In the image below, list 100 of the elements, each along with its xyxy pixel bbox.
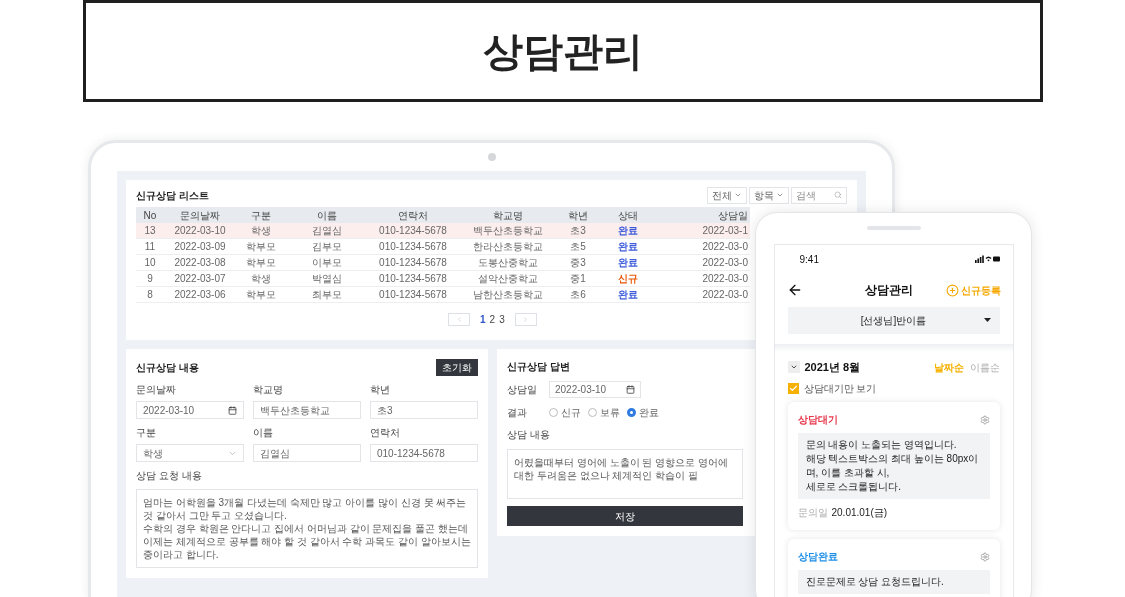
table-cell-text: 중1 [569, 272, 587, 286]
page-link[interactable]: 2 [489, 312, 496, 327]
check-icon [788, 383, 798, 393]
status-time: 9:41 [798, 252, 819, 267]
radio-button[interactable] [627, 408, 636, 417]
panel-title: 신규상담 답변 [507, 360, 571, 374]
table-cell-text: 김부모 [311, 240, 343, 254]
table-cell-text: 2022-03-06 [173, 288, 227, 302]
table-row[interactable]: 11 2022-03-09 학부모 김부모 010-1234-5678 한라산초등학교 초5 완료 2022-03-0 [136, 239, 750, 255]
table-cell-text: 2022-03-1 [701, 224, 749, 238]
chevron-down-icon [776, 191, 784, 199]
table-cell-text: 초6 [569, 288, 587, 302]
table-cell-text: 2022-03-0 [701, 272, 749, 286]
column-header: 문의날짜 [179, 208, 221, 223]
table-cell-text: 학부모 [245, 288, 277, 302]
column-header: 이름 [316, 208, 338, 223]
gear-icon[interactable] [979, 551, 990, 562]
table-cell-text: 2022-03-0 [701, 256, 749, 270]
reset-button[interactable]: 초기화 [436, 359, 478, 376]
table-cell-text: 학부모 [245, 256, 277, 270]
radio-option[interactable]: 보류 [588, 405, 620, 420]
class-dropdown[interactable]: [선생님]반이름 [787, 307, 1000, 334]
table-row[interactable]: 10 2022-03-08 학부모 이부모 010-1234-5678 도봉산중학교 중3 완료 2022-03-0 [136, 255, 750, 271]
chevron-right-icon [522, 316, 530, 323]
answer-textarea[interactable]: 어렸을때부터 영어에 노출이 된 영향으로 영어에 대한 두려움은 없으나 체계적인 학습이 필 [507, 449, 743, 499]
table-cell-text: 010-1234-5678 [378, 224, 448, 238]
inquiry-card[interactable]: 상담대기 문의 내용이 노출되는 영역입니다. 해당 텍스트박스의 최대 높이는 80px이며, 이를 초과할 시, 세로로 스크롤됩니다. 문의일 20.01.01(금) [787, 402, 1000, 530]
input-field[interactable]: 김열심 [253, 444, 361, 462]
field-label: 상담 내용 [507, 428, 551, 442]
next-page-button[interactable] [514, 313, 537, 326]
page-link[interactable]: 1 [480, 312, 486, 327]
request-text: 수학의 경우 학원은 안다니고 집에서 어머님과 같이 문제집을 풀곤 했는데 [143, 522, 469, 535]
status-text: 완료 [618, 288, 638, 302]
select-field[interactable]: 학생 [136, 444, 244, 462]
table-row[interactable]: 13 2022-03-10 학생 김열심 010-1234-5678 백두산초등학교 초3 완료 2022-03-1 [136, 223, 750, 239]
table-cell-text: 중3 [569, 256, 587, 270]
inquiry-card[interactable]: 상담완료 진로문제로 상담 요청드립니다. [787, 539, 1000, 597]
page-title: 상담관리 [483, 28, 643, 75]
column-header: No [142, 208, 158, 223]
save-button[interactable]: 저장 [507, 506, 743, 526]
input-field[interactable]: 초3 [370, 401, 478, 419]
request-textarea[interactable]: 엄마는 어학원을 3개월 다녔는데 숙제만 많고 아이를 많이 신경 못 써주는것 같아서 그만 두고 오셨습니다. 수학의 경우 학원은 안다니고 집에서 어머님과 같이 문제집을 풀곤 했는데 이제는 체계적으로 공부를 해야 할 것 같아서 수학 과목도 같이 알아보시는 중이라고 합니다. [136, 489, 478, 568]
date-field[interactable]: 2022-03-10 [549, 381, 641, 398]
waiting-only-checkbox-row[interactable]: 상담대기만 보기 [774, 378, 1013, 398]
date-field[interactable]: 2022-03-10 [136, 401, 244, 419]
table-row[interactable]: 9 2022-03-07 학생 박열심 010-1234-5678 설악산중학교 중1 신규 2022-03-0 [136, 271, 750, 287]
table-cell-text: 010-1234-5678 [378, 272, 448, 286]
table-cell-text: 2022-03-0 [701, 240, 749, 254]
filter-select[interactable]: 전체 [707, 186, 747, 204]
radio-option[interactable]: 완료 [627, 405, 659, 420]
inquiry-text: 해당 텍스트박스의 최대 높이는 80px이며, 이를 초과할 시, [805, 452, 980, 480]
column-header: 상태 [617, 208, 639, 223]
table-cell-text: 김열심 [311, 224, 343, 238]
inquiry-text: 문의 내용이 노출되는 영역입니다. [805, 438, 958, 452]
table-cell-text: 이부모 [311, 256, 343, 270]
radio-option[interactable]: 신규 [549, 405, 581, 420]
table-cell-text: 8 [146, 288, 154, 302]
table-cell-text: 초5 [569, 240, 587, 254]
previous-page-button[interactable] [448, 313, 470, 326]
search-field[interactable]: 검색 [791, 186, 847, 204]
table-row[interactable]: 8 2022-03-06 학부모 최부모 010-1234-5678 남한산초등학교 초6 완료 2022-03-0 [136, 287, 750, 303]
plus-circle-icon [945, 283, 959, 297]
status-text: 완료 [618, 240, 638, 254]
date-value: 20.01.01(금) [831, 506, 888, 520]
panel-title: 신규상담 리스트 [136, 188, 209, 203]
status-label: 상담대기 [797, 413, 838, 427]
field-label: 학년 [370, 383, 391, 397]
status-text: 완료 [618, 256, 638, 270]
screen-title: 상담관리 [864, 282, 913, 299]
column-header: 구분 [250, 208, 272, 223]
table-cell-text: 2022-03-10 [173, 224, 227, 238]
filter-select[interactable]: 항목 [749, 186, 789, 204]
input-field[interactable]: 010-1234-5678 [370, 444, 478, 462]
checkbox[interactable] [787, 382, 799, 394]
collapse-button[interactable] [787, 361, 800, 373]
month-label: 2021년 8월 [804, 359, 861, 375]
field-label: 결과 [507, 406, 528, 420]
page-link[interactable]: 3 [499, 312, 505, 327]
caret-down-icon [983, 318, 991, 322]
chevron-left-icon [455, 316, 463, 323]
table-cell-text: 13 [143, 224, 157, 238]
date-label: 문의일 [797, 506, 828, 520]
calendar-icon [626, 385, 635, 394]
table-cell-text: 설악산중학교 [477, 272, 539, 286]
chevron-down-icon [789, 363, 798, 371]
table-cell-text: 학생 [250, 272, 272, 286]
gear-icon[interactable] [979, 414, 990, 425]
panel-title: 신규상담 내용 [136, 361, 199, 375]
input-field[interactable]: 백두산초등학교 [253, 401, 361, 419]
table-cell-text: 010-1234-5678 [378, 288, 448, 302]
table-cell-text: 010-1234-5678 [378, 240, 448, 254]
request-text: 엄마는 어학원을 3개월 다녔는데 숙제만 많고 아이를 많이 신경 못 써주는것 같아서 그만 두고 오셨습니다. [143, 496, 468, 522]
inquiry-text: 세로로 스크롤됩니다. [805, 480, 903, 494]
table-cell-text: 최부모 [311, 288, 343, 302]
table-cell-text: 9 [146, 272, 154, 286]
status-label: 상담완료 [797, 550, 838, 564]
column-header: 연락처 [397, 208, 429, 223]
table-cell-text: 초3 [569, 224, 587, 238]
table-cell-text: 도봉산중학교 [477, 256, 539, 270]
field-label: 문의날짜 [136, 383, 177, 397]
